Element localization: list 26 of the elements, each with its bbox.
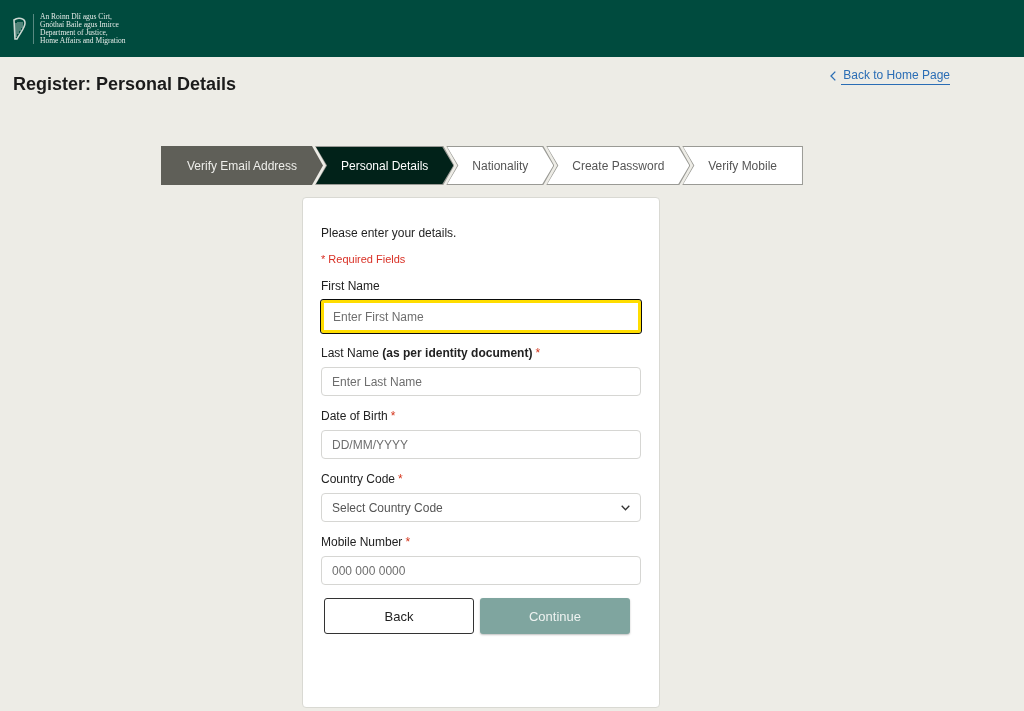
page-title: Register: Personal Details (13, 73, 237, 95)
progress-step: Nationality (446, 146, 555, 185)
input-field[interactable]: 000 000 0000 (321, 556, 641, 585)
back-link[interactable]: Back to Home Page (830, 67, 950, 85)
chevron-down-icon (621, 504, 630, 511)
field-label: Date of Birth (321, 409, 388, 424)
harp-icon (12, 16, 27, 41)
input-field[interactable]: DD/MM/YYYY (321, 430, 641, 459)
progress-step: Create Password (546, 146, 691, 185)
field-label: Mobile Number (321, 535, 403, 550)
chevron-left-icon (830, 71, 837, 81)
field-label: First Name (321, 279, 380, 294)
input-field[interactable]: Enter First Name (321, 300, 641, 333)
required-note: * Required Fields (321, 252, 407, 266)
required-mark: * (398, 472, 403, 487)
back-button[interactable]: Back (324, 598, 474, 634)
progress-step: Personal Details (315, 146, 455, 185)
dropdown-field[interactable]: Select Country Code (321, 493, 641, 522)
required-mark: * (535, 346, 541, 361)
required-mark: * (390, 409, 396, 424)
intro-text: Please enter your details. (321, 226, 458, 241)
progress-step: Verify Mobile (682, 146, 803, 185)
required-mark: * (405, 535, 411, 550)
input-field[interactable]: Enter Last Name (321, 367, 641, 396)
field-label: Country Code (321, 472, 396, 487)
field-label: Last Name (as per identity document) (321, 346, 533, 361)
